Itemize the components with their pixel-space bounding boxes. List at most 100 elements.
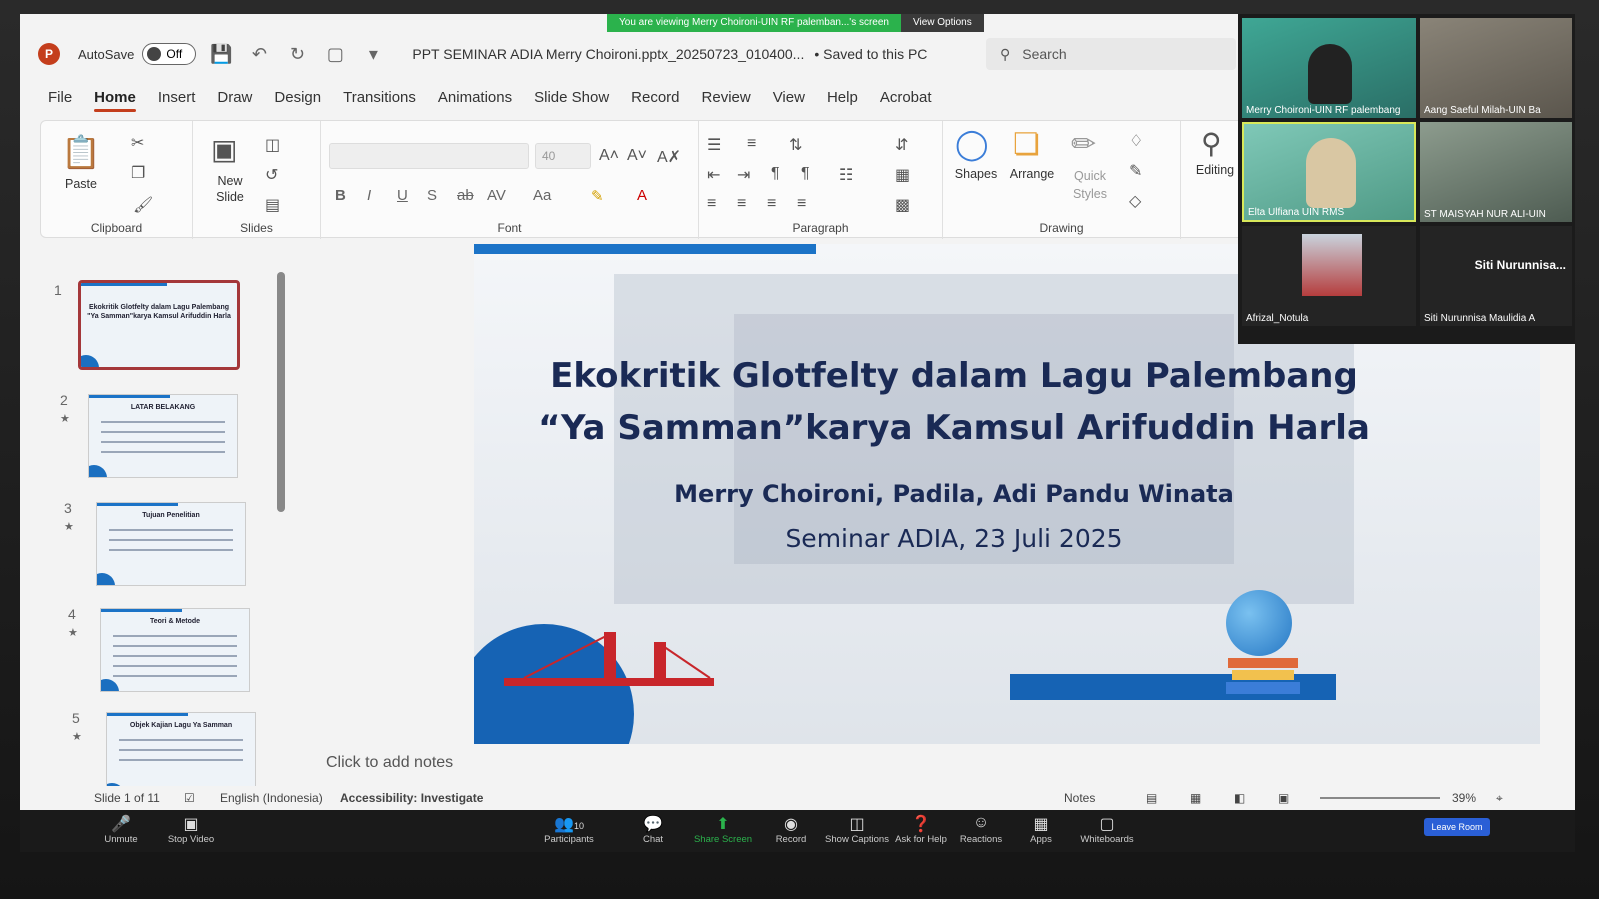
- numbering-icon[interactable]: ≡: [747, 135, 756, 153]
- increase-font-icon[interactable]: A˄: [599, 147, 619, 165]
- spell-check-icon[interactable]: ☑: [184, 791, 195, 805]
- copy-icon[interactable]: ❐: [131, 163, 145, 183]
- character-spacing-icon[interactable]: AV: [487, 187, 506, 204]
- undo-icon[interactable]: ↶: [246, 44, 272, 65]
- customize-toolbar-icon[interactable]: ▾: [360, 44, 386, 65]
- slide-counter[interactable]: Slide 1 of 11: [94, 791, 160, 805]
- format-painter-icon[interactable]: 🖌: [133, 195, 153, 215]
- tab-record[interactable]: Record: [631, 89, 679, 106]
- present-icon[interactable]: ▢: [322, 44, 348, 65]
- tab-file[interactable]: File: [48, 89, 72, 106]
- change-case-icon[interactable]: Aa: [533, 187, 551, 204]
- justify-icon[interactable]: ≡: [797, 195, 806, 213]
- video-tile-active-speaker[interactable]: Elta Ulfiana UIN RMS: [1242, 122, 1416, 222]
- participants-button[interactable]: 👥10 Participants: [534, 814, 604, 845]
- thumbnail-slide-5[interactable]: Objek Kajian Lagu Ya Samman: [106, 712, 256, 796]
- decrease-indent-icon[interactable]: ⇤: [707, 165, 720, 185]
- tab-slide-show[interactable]: Slide Show: [534, 89, 609, 106]
- slideshow-view-icon[interactable]: ▣: [1278, 791, 1289, 805]
- quick-styles-icon[interactable]: ✏: [1071, 127, 1096, 162]
- reading-view-icon[interactable]: ◧: [1234, 791, 1245, 805]
- strikethrough-icon[interactable]: ab: [457, 187, 474, 204]
- font-color-icon[interactable]: A: [637, 187, 647, 204]
- tab-review[interactable]: Review: [702, 89, 751, 106]
- tab-insert[interactable]: Insert: [158, 89, 196, 106]
- bullets-icon[interactable]: ☰: [707, 135, 721, 155]
- normal-view-icon[interactable]: ▤: [1146, 791, 1157, 805]
- tab-animations[interactable]: Animations: [438, 89, 512, 106]
- clear-formatting-icon[interactable]: A✗: [657, 147, 681, 167]
- font-size-select[interactable]: 40: [535, 143, 591, 169]
- thumbnail-slide-4[interactable]: Teori & Metode: [100, 608, 250, 692]
- whiteboards-button[interactable]: ▢ Whiteboards: [1072, 814, 1142, 845]
- shape-effects-icon[interactable]: ◇: [1129, 191, 1141, 211]
- save-icon[interactable]: 💾: [208, 44, 234, 65]
- unmute-button[interactable]: 🎤 Unmute: [86, 814, 156, 845]
- video-tile[interactable]: Siti Nurunnisa... Siti Nurunnisa Maulidi…: [1420, 226, 1572, 326]
- new-slide-icon[interactable]: ▣: [211, 133, 237, 166]
- align-right-icon[interactable]: ≡: [767, 195, 776, 213]
- columns-icon[interactable]: ☷: [839, 165, 853, 185]
- thumbnail-scrollbar[interactable]: [277, 272, 285, 512]
- paste-button[interactable]: Paste: [59, 177, 103, 191]
- shape-fill-icon[interactable]: ♢: [1129, 131, 1143, 151]
- video-tile[interactable]: Merry Choironi-UIN RF palembang: [1242, 18, 1416, 118]
- tab-view[interactable]: View: [773, 89, 805, 106]
- chat-button[interactable]: 💬 Chat: [618, 814, 688, 845]
- leave-room-button[interactable]: Leave Room: [1424, 818, 1490, 836]
- paste-icon[interactable]: 📋: [61, 133, 101, 171]
- italic-icon[interactable]: I: [367, 187, 371, 204]
- zoom-slider[interactable]: [1320, 797, 1440, 799]
- saved-status[interactable]: • Saved to this PC: [814, 46, 927, 62]
- align-text-icon[interactable]: ▦: [895, 165, 910, 185]
- smartart-icon[interactable]: ▩: [895, 195, 910, 215]
- record-button[interactable]: ◉ Record: [756, 814, 826, 845]
- section-icon[interactable]: ▤: [265, 195, 280, 215]
- font-family-select[interactable]: [329, 143, 529, 169]
- autosave-toggle[interactable]: Off: [142, 43, 197, 65]
- bold-icon[interactable]: B: [335, 187, 346, 204]
- layout-icon[interactable]: ◫: [265, 135, 280, 155]
- editing-button[interactable]: Editing: [1185, 163, 1245, 177]
- shape-outline-icon[interactable]: ✎: [1129, 161, 1142, 181]
- tab-design[interactable]: Design: [274, 89, 321, 106]
- thumbnail-slide-1[interactable]: Ekokritik Glotfelty dalam Lagu Palembang…: [78, 280, 240, 370]
- shapes-icon[interactable]: ◯: [955, 127, 989, 162]
- quick-styles-button[interactable]: Quick Styles: [1061, 167, 1119, 203]
- rtl-icon[interactable]: ¶: [801, 165, 810, 183]
- accessibility-status[interactable]: Accessibility: Investigate: [340, 791, 483, 805]
- line-spacing-icon[interactable]: ⇅: [789, 135, 802, 155]
- thumbnail-slide-2[interactable]: LATAR BELAKANG: [88, 394, 238, 478]
- video-tile[interactable]: Afrizal_Notula: [1242, 226, 1416, 326]
- tab-transitions[interactable]: Transitions: [343, 89, 416, 106]
- share-screen-button[interactable]: ⬆ Share Screen: [688, 814, 758, 845]
- shapes-button[interactable]: Shapes: [947, 167, 1005, 181]
- show-captions-button[interactable]: ◫ Show Captions: [822, 814, 892, 845]
- reset-icon[interactable]: ↺: [265, 165, 278, 185]
- tab-help[interactable]: Help: [827, 89, 858, 106]
- text-direction-icon[interactable]: ⇵: [895, 135, 908, 155]
- notes-pane[interactable]: Click to add notes: [326, 754, 453, 772]
- decrease-font-icon[interactable]: A˅: [627, 147, 647, 165]
- view-options-button[interactable]: View Options: [900, 14, 984, 32]
- ltr-icon[interactable]: ¶: [771, 165, 780, 183]
- tab-draw[interactable]: Draw: [217, 89, 252, 106]
- language-indicator[interactable]: English (Indonesia): [220, 791, 323, 805]
- thumbnail-slide-3[interactable]: Tujuan Penelitian: [96, 502, 246, 586]
- highlight-icon[interactable]: ✎: [591, 187, 604, 205]
- new-slide-button[interactable]: New Slide: [203, 173, 257, 205]
- video-tile[interactable]: Aang Saeful Milah-UIN Ba: [1420, 18, 1572, 118]
- shadow-icon[interactable]: S: [427, 187, 437, 204]
- tab-home[interactable]: Home: [94, 89, 136, 112]
- apps-button[interactable]: ▦ Apps: [1006, 814, 1076, 845]
- increase-indent-icon[interactable]: ⇥: [737, 165, 750, 185]
- video-tile[interactable]: ST MAISYAH NUR ALI-UIN: [1420, 122, 1572, 222]
- arrange-icon[interactable]: ❏: [1013, 127, 1040, 162]
- redo-icon[interactable]: ↻: [284, 44, 310, 65]
- arrange-button[interactable]: Arrange: [1003, 167, 1061, 181]
- find-icon[interactable]: ⚲: [1201, 127, 1222, 160]
- align-left-icon[interactable]: ≡: [707, 195, 716, 213]
- fit-to-window-icon[interactable]: ⌖: [1496, 791, 1503, 806]
- zoom-level[interactable]: 39%: [1452, 791, 1476, 805]
- notes-button[interactable]: Notes: [1064, 791, 1095, 805]
